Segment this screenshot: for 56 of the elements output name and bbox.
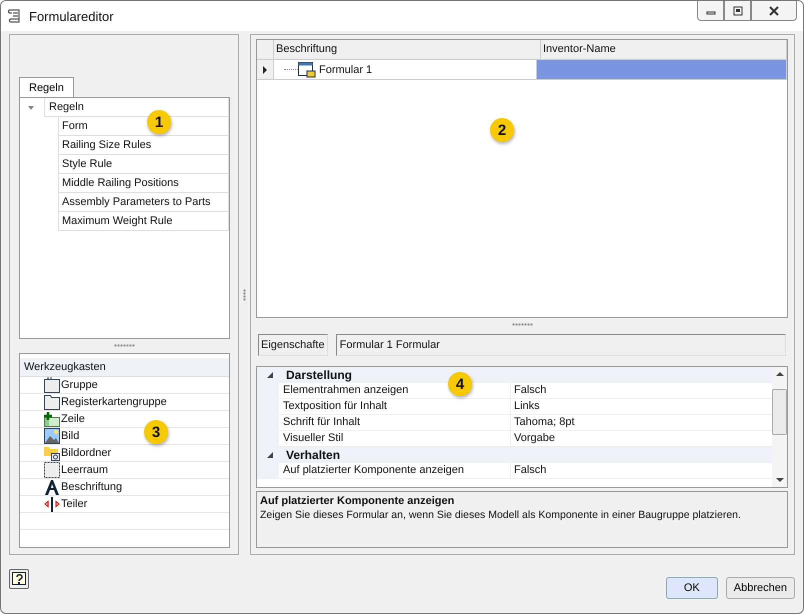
close-button[interactable] xyxy=(751,1,797,21)
properties-label: Eigenschafte xyxy=(258,334,328,356)
tree-item[interactable]: Middle Railing Positions xyxy=(58,174,229,193)
selected-cell[interactable] xyxy=(537,60,787,80)
maximize-icon xyxy=(732,6,742,16)
property-value[interactable]: Falsch xyxy=(511,383,772,399)
tree-item[interactable]: Assembly Parameters to Parts xyxy=(58,193,229,212)
scroll-down-icon xyxy=(776,477,784,483)
tree-item[interactable]: Railing Size Rules xyxy=(58,136,229,155)
row-pointer-icon xyxy=(262,66,268,74)
rules-tab[interactable]: Regeln xyxy=(19,77,74,98)
maximize-button[interactable] xyxy=(724,1,751,21)
object-name-field: Formular 1 Formular xyxy=(336,334,786,356)
question-mark-icon xyxy=(12,572,26,586)
scroll-thumb[interactable] xyxy=(772,389,787,435)
category-header: Verhalten xyxy=(286,448,340,462)
toolbox-item[interactable]: Leerraum xyxy=(44,462,108,478)
toolbox-header: Werkzeugkasten xyxy=(20,358,229,377)
tree-item[interactable]: Maximum Weight Rule xyxy=(58,212,229,231)
column-header[interactable]: Beschriftung xyxy=(274,40,541,60)
property-value[interactable]: Falsch xyxy=(511,463,772,479)
letter-a-icon xyxy=(44,479,60,495)
property-name: Textposition für Inhalt xyxy=(279,399,511,415)
window-title: Formulareditor xyxy=(29,8,114,24)
toolbox-item[interactable]: Bildordner xyxy=(44,445,112,461)
tree-item[interactable]: Style Rule xyxy=(58,155,229,174)
splitter-grip[interactable] xyxy=(114,344,135,347)
toolbox-item[interactable]: Registerkartengruppe xyxy=(44,394,167,410)
toolbox-item[interactable]: Teiler xyxy=(44,496,88,512)
minimize-button[interactable] xyxy=(697,1,724,21)
toolbox-item[interactable]: Beschriftung xyxy=(44,479,122,495)
ok-button[interactable]: OK xyxy=(666,577,718,599)
row-selector[interactable] xyxy=(257,60,274,80)
category-header: Darstellung xyxy=(286,368,352,382)
property-value[interactable]: Links xyxy=(511,399,772,415)
splitter-arrows-icon xyxy=(44,496,60,512)
description-text: Zeigen Sie dieses Formular an, wenn Sie dieses Modell als Komponente in einer Baugruppe platzieren. xyxy=(260,509,742,521)
property-name: Schrift für Inhalt xyxy=(279,415,511,431)
vertical-scrollbar[interactable] xyxy=(772,367,787,487)
form-window-icon xyxy=(298,62,316,78)
splitter-grip[interactable] xyxy=(512,323,532,326)
scroll-up-icon xyxy=(776,371,784,377)
landscape-picture-icon xyxy=(44,428,60,444)
toolbox-item[interactable]: Zeile xyxy=(44,411,85,427)
splitter-grip[interactable] xyxy=(243,288,246,300)
cancel-button[interactable]: Abbrechen xyxy=(726,577,795,599)
description-title: Auf platzierter Komponente anzeigen xyxy=(260,495,456,507)
property-value[interactable]: Tahoma; 8pt xyxy=(511,415,772,431)
folder-camera-icon xyxy=(44,445,60,461)
table-cell-text: Formular 1 xyxy=(318,64,372,76)
toolbox-item[interactable]: Bild xyxy=(44,428,80,444)
row-add-icon xyxy=(44,411,60,427)
property-name: Auf platzierter Komponente anzeigen xyxy=(279,463,511,479)
help-button[interactable] xyxy=(9,569,29,589)
toolbox-item[interactable]: Gruppe xyxy=(44,377,98,393)
close-icon xyxy=(768,6,780,16)
